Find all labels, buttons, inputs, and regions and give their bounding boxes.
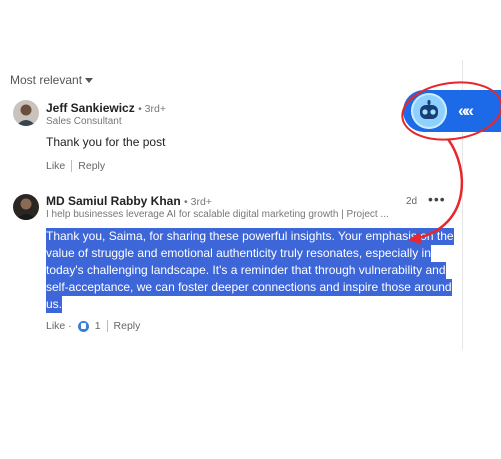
comment-author-name[interactable]: Jeff Sankiewicz • 3rd+ xyxy=(46,101,166,115)
comment-author-headline: Sales Consultant xyxy=(46,116,122,127)
comment-text-line: self-acceptance, we can foster deeper co… xyxy=(46,279,452,296)
like-button[interactable]: Like xyxy=(46,160,65,172)
comment-text: Thank you for the post xyxy=(46,135,166,149)
comment-text-line: value of struggle and emotional authenti… xyxy=(46,245,431,262)
annotation-arrow xyxy=(417,138,464,240)
comment-text-line: us. xyxy=(46,296,63,313)
connection-degree: • 3rd+ xyxy=(184,196,212,208)
reply-button[interactable]: Reply xyxy=(78,160,105,172)
caret-down-icon xyxy=(85,78,94,83)
reply-button[interactable]: Reply xyxy=(114,320,141,332)
separator xyxy=(106,320,108,332)
connection-degree: • 3rd+ xyxy=(138,103,166,115)
author-name-text: MD Samiul Rabby Khan xyxy=(46,194,181,208)
avatar[interactable] xyxy=(13,100,39,126)
avatar[interactable] xyxy=(13,194,39,220)
collapse-chevron-icon[interactable]: «« xyxy=(458,101,474,121)
comment-timestamp: 2d xyxy=(406,196,418,207)
chevron-glyph: « xyxy=(464,101,474,120)
comment-author-name[interactable]: MD Samiul Rabby Khan • 3rd+ xyxy=(46,194,212,208)
author-name-text: Jeff Sankiewicz xyxy=(46,101,135,115)
sort-dropdown[interactable]: Most relevant xyxy=(10,73,94,87)
comment-actions: Like Reply xyxy=(46,160,105,172)
comment-author-headline: I help businesses leverage AI for scalab… xyxy=(46,209,389,220)
like-reaction-icon xyxy=(77,320,89,332)
reaction-count[interactable]: 1 xyxy=(95,320,101,332)
comment-text-line: today's challenging landscape. It's a re… xyxy=(46,262,446,279)
sort-label: Most relevant xyxy=(10,73,83,87)
assistant-widget[interactable]: «« xyxy=(403,90,501,132)
more-options-icon[interactable]: ••• xyxy=(428,191,446,207)
separator xyxy=(71,160,73,172)
comment-actions: Like · 1 Reply xyxy=(46,320,140,332)
comment-text-line: Thank you, Saima, for sharing these powe… xyxy=(46,228,454,245)
like-button[interactable]: Like · xyxy=(46,320,72,332)
robot-icon xyxy=(411,93,447,129)
